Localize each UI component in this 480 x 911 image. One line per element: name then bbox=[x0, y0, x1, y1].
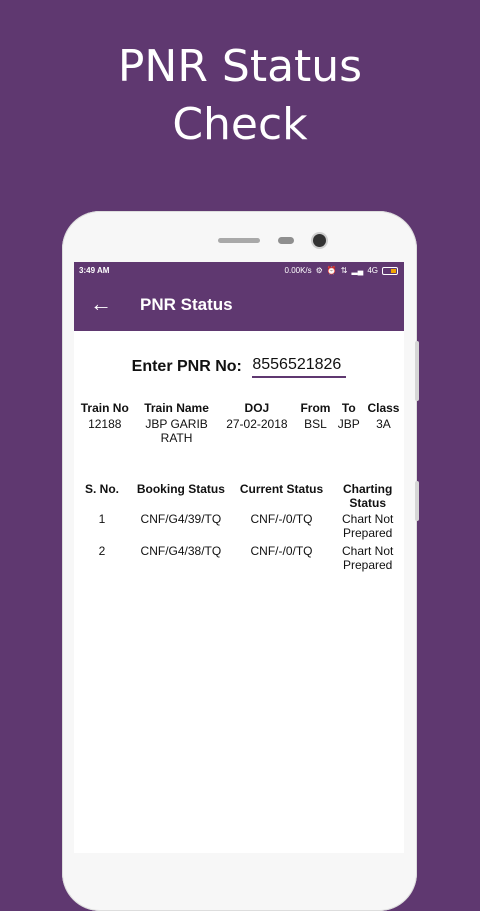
train-details-table: Train No Train Name DOJ From To Class 12… bbox=[74, 401, 404, 445]
settings-icon: ⚙ bbox=[315, 266, 323, 275]
header-to: To bbox=[341, 401, 356, 415]
back-arrow-icon[interactable]: ← bbox=[90, 292, 112, 316]
passenger-status-table: S. No. Booking Status Current Status Cha… bbox=[74, 482, 404, 576]
status-time: 3:49 AM bbox=[79, 266, 110, 275]
current-status: CNF/-/0/TQ bbox=[250, 544, 313, 558]
status-bar: 3:49 AM 0.00K/s ⚙ ⏰ ⇅ ▂▄ 4G bbox=[74, 262, 404, 279]
speaker-grille bbox=[218, 238, 260, 243]
table-row: 1 CNF/G4/39/TQ CNF/-/0/TQ Chart Not Prep… bbox=[74, 512, 404, 544]
app-bar: ← PNR Status bbox=[74, 279, 404, 331]
pnr-label: Enter PNR No: bbox=[131, 358, 242, 375]
s-no: 1 bbox=[98, 512, 106, 526]
table-row: 12188 JBP GARIB RATH 27-02-2018 BSL JBP … bbox=[74, 417, 404, 445]
network-speed: 0.00K/s bbox=[284, 266, 312, 275]
header-booking-status: Booking Status bbox=[136, 482, 225, 496]
battery-icon bbox=[382, 266, 398, 275]
proximity-sensor bbox=[278, 237, 294, 244]
volume-button bbox=[415, 341, 419, 401]
header-from: From bbox=[300, 401, 331, 415]
header-doj: DOJ bbox=[244, 401, 270, 415]
app-screen: 3:49 AM 0.00K/s ⚙ ⏰ ⇅ ▂▄ 4G ← PNR Status… bbox=[74, 262, 404, 853]
to-station: JBP bbox=[337, 417, 360, 431]
promo-title-line2: Check bbox=[172, 99, 308, 150]
status-table-header: S. No. Booking Status Current Status Cha… bbox=[74, 482, 404, 512]
header-s-no: S. No. bbox=[85, 482, 120, 496]
header-class: Class bbox=[367, 401, 400, 415]
signal-icon: ▂▄ bbox=[351, 266, 364, 275]
page-title: PNR Status bbox=[140, 295, 233, 314]
status-icons: 0.00K/s ⚙ ⏰ ⇅ ▂▄ 4G bbox=[285, 262, 398, 279]
data-transfer-icon: ⇅ bbox=[340, 266, 348, 275]
train-no: 12188 bbox=[88, 417, 122, 431]
s-no: 2 bbox=[98, 544, 106, 558]
alarm-icon: ⏰ bbox=[326, 266, 337, 275]
travel-class: 3A bbox=[376, 417, 391, 431]
booking-status: CNF/G4/39/TQ bbox=[140, 512, 222, 526]
front-camera-icon bbox=[313, 234, 326, 247]
header-train-no: Train No bbox=[80, 401, 129, 415]
charting-status: Chart Not Prepared bbox=[341, 544, 394, 572]
power-button bbox=[415, 481, 419, 521]
promo-title-line1: PNR Status bbox=[117, 41, 363, 92]
doj: 27-02-2018 bbox=[226, 417, 288, 431]
pnr-input[interactable] bbox=[252, 356, 347, 378]
table-row: 2 CNF/G4/38/TQ CNF/-/0/TQ Chart Not Prep… bbox=[74, 544, 404, 576]
from-station: BSL bbox=[304, 417, 327, 431]
charting-status: Chart Not Prepared bbox=[341, 512, 394, 540]
promo-title: PNR Status Check bbox=[0, 38, 480, 154]
pnr-entry-row: Enter PNR No: bbox=[74, 356, 404, 378]
network-type: 4G bbox=[367, 266, 378, 275]
header-train-name: Train Name bbox=[144, 401, 209, 415]
header-current-status: Current Status bbox=[239, 482, 324, 496]
current-status: CNF/-/0/TQ bbox=[250, 512, 313, 526]
booking-status: CNF/G4/38/TQ bbox=[140, 544, 222, 558]
train-table-header: Train No Train Name DOJ From To Class bbox=[74, 401, 404, 417]
train-name: JBP GARIB RATH bbox=[145, 417, 208, 445]
header-charting-status: Charting Status bbox=[342, 482, 393, 510]
